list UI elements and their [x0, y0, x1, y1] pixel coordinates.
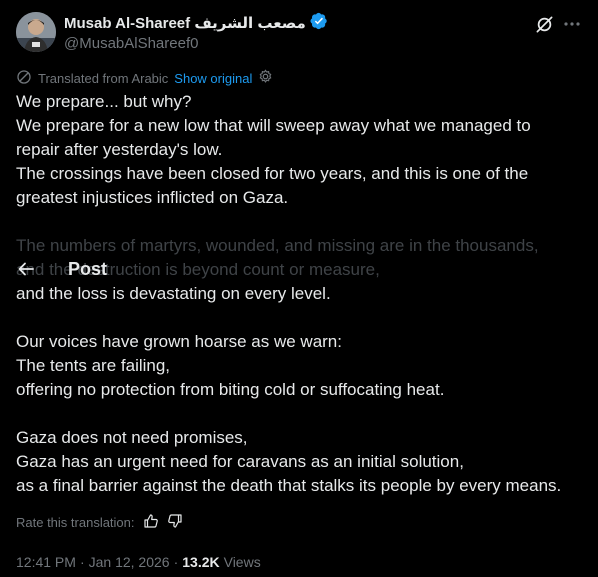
- show-original-link[interactable]: Show original: [174, 71, 252, 86]
- more-icon[interactable]: [562, 14, 582, 34]
- display-name[interactable]: Musab Al-Shareef مصعب الشريف: [64, 14, 306, 32]
- tweet-header: Musab Al-Shareef مصعب الشريف @MusabAlSha…: [16, 12, 582, 56]
- text-line: as a final barrier against the death tha…: [16, 476, 562, 495]
- paragraph-3: Our voices have grown hoarse as we warn:…: [16, 330, 586, 402]
- rate-translation: Rate this translation:: [16, 512, 183, 532]
- post-header-overlay: Post: [16, 255, 107, 283]
- handle[interactable]: @MusabAlShareef0: [64, 34, 328, 54]
- text-line: offering no protection from biting cold …: [16, 380, 445, 399]
- grok-icon[interactable]: [534, 14, 554, 34]
- text-line: Gaza has an urgent need for caravans as …: [16, 452, 464, 471]
- views-label: Views: [223, 554, 261, 570]
- avatar[interactable]: [16, 12, 56, 52]
- text-line: We prepare for a new low that will sweep…: [16, 116, 531, 135]
- page-title: Post: [68, 258, 108, 279]
- thumbs-up-icon[interactable]: [143, 513, 159, 532]
- text-line: repair after yesterday's low.: [16, 140, 223, 159]
- text-line: The crossings have been closed for two y…: [16, 164, 529, 183]
- text-line: Our voices have grown hoarse as we warn:: [16, 332, 342, 351]
- text-line: Gaza does not need promises,: [16, 428, 248, 447]
- views-count: 13.2K: [182, 554, 220, 570]
- text-line: We prepare... but why?: [16, 92, 192, 111]
- author-block[interactable]: Musab Al-Shareef مصعب الشريف @MusabAlSha…: [64, 12, 328, 54]
- rate-label: Rate this translation:: [16, 514, 135, 530]
- translate-icon: [16, 69, 32, 88]
- verified-badge-icon: [310, 12, 328, 35]
- thumbs-down-icon[interactable]: [167, 513, 183, 532]
- tweet-text: We prepare... but why? We prepare for a …: [16, 90, 586, 522]
- display-name-row: Musab Al-Shareef مصعب الشريف: [64, 12, 328, 35]
- text-line: The tents are failing,: [16, 356, 171, 375]
- paragraph-1: We prepare... but why? We prepare for a …: [16, 90, 586, 210]
- post-date[interactable]: Jan 12, 2026: [89, 554, 170, 570]
- text-line: and the loss is devastating on every lev…: [16, 284, 331, 303]
- header-actions: [534, 14, 582, 34]
- translation-bar: Translated from Arabic Show original: [16, 68, 273, 88]
- meta-separator: ·: [79, 554, 85, 570]
- back-arrow-icon[interactable]: [16, 259, 36, 279]
- gear-icon[interactable]: [258, 69, 273, 87]
- post-time[interactable]: 12:41 PM: [16, 554, 76, 570]
- translated-label: Translated from Arabic: [38, 70, 169, 86]
- paragraph-4: Gaza does not need promises, Gaza has an…: [16, 426, 586, 498]
- meta-separator: ·: [173, 554, 179, 570]
- post-meta: 12:41 PM · Jan 12, 2026 · 13.2K Views: [16, 552, 261, 572]
- text-line: greatest injustices inflicted on Gaza.: [16, 188, 289, 207]
